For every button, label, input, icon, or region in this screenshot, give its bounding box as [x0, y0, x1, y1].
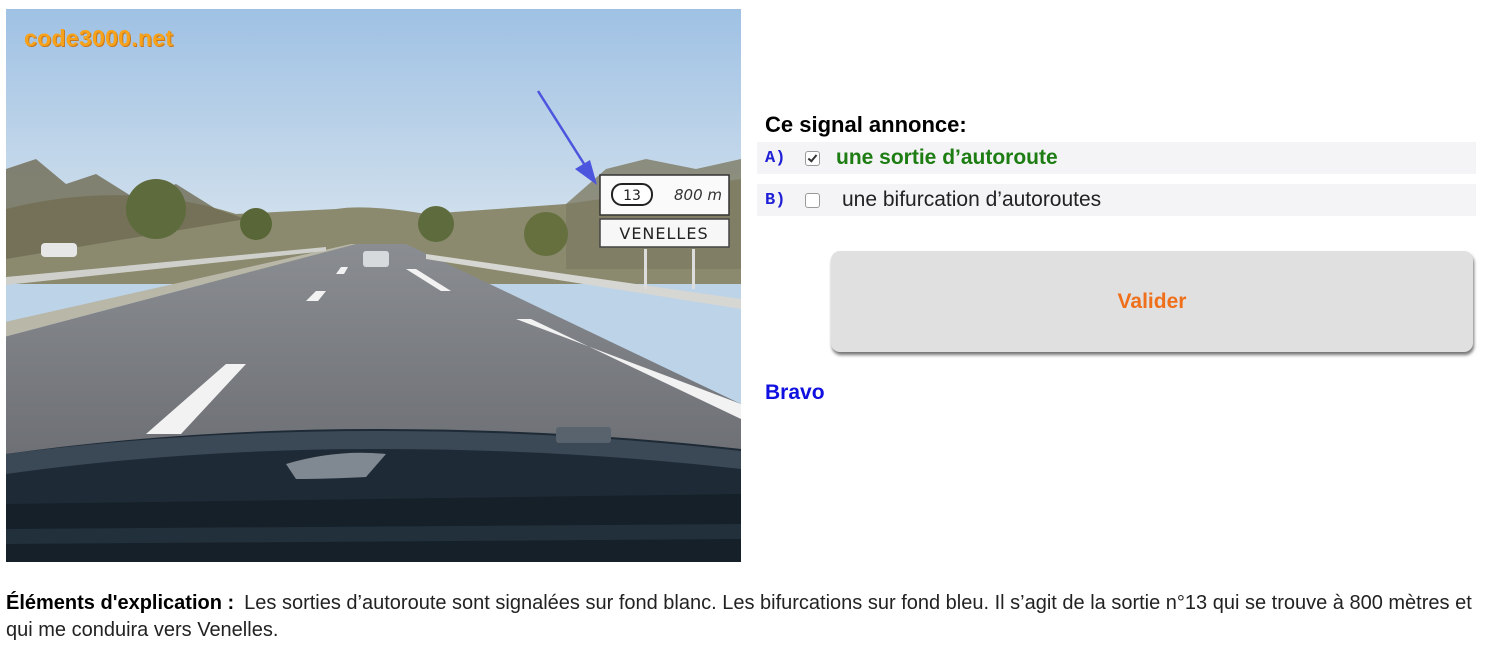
explanation-block: Éléments d'explication : Les sorties d’au…	[6, 590, 1486, 644]
answer-b-label[interactable]: une bifurcation d’autoroutes	[842, 188, 1101, 212]
validate-button[interactable]: Valider	[831, 251, 1473, 352]
road-scene-image: 13 800 m VENELLES code3000.net	[6, 9, 741, 562]
sign-exit-number: 13	[623, 188, 641, 204]
answer-b-checkbox[interactable]	[805, 192, 820, 208]
answer-option-a[interactable]: A) une sortie d’autoroute	[757, 142, 1476, 174]
sign-distance: 800 m	[674, 186, 722, 204]
road-scene-illustration: 13 800 m VENELLES	[6, 9, 741, 562]
answer-option-b[interactable]: B) une bifurcation d’autoroutes	[757, 184, 1476, 216]
exit-sign: 13 800 m VENELLES	[599, 174, 730, 248]
feedback-message: Bravo	[765, 381, 825, 404]
question-title: Ce signal annonce:	[765, 112, 967, 137]
explanation-label: Éléments d'explication :	[6, 592, 235, 614]
answer-letter-b: B)	[765, 190, 786, 210]
watermark-logo: code3000.net	[24, 25, 174, 51]
sign-destination: VENELLES	[619, 224, 708, 243]
answer-a-checkbox[interactable]	[805, 150, 820, 166]
answer-letter-a: A)	[765, 148, 786, 168]
answer-a-label[interactable]: une sortie d’autoroute	[836, 146, 1058, 170]
